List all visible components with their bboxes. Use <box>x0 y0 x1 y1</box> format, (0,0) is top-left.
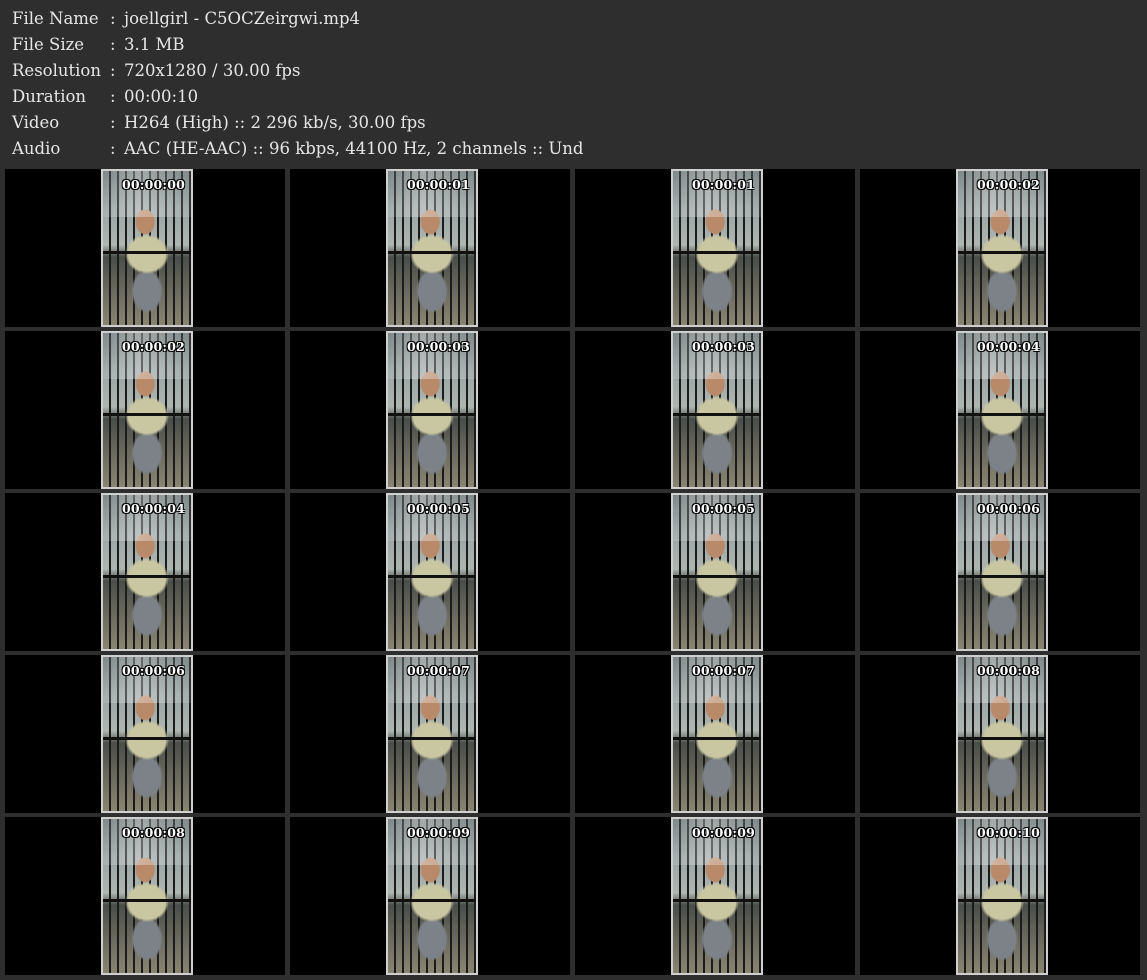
thumbnail-cell[interactable]: 00:00:05 <box>290 493 570 651</box>
timestamp-label: 00:00:06 <box>976 501 1040 516</box>
thumbnail-cell[interactable]: 00:00:05 <box>575 493 855 651</box>
video-frame: 00:00:09 <box>386 817 478 975</box>
timestamp-label: 00:00:05 <box>691 501 755 516</box>
video-frame: 00:00:04 <box>101 493 193 651</box>
timestamp-label: 00:00:10 <box>976 825 1040 840</box>
info-row-file-name: File Name : joellgirl - C5OCZeirgwi.mp4 <box>12 6 584 32</box>
video-frame: 00:00:10 <box>956 817 1048 975</box>
video-frame: 00:00:09 <box>671 817 763 975</box>
video-frame: 00:00:08 <box>101 817 193 975</box>
video-frame: 00:00:03 <box>671 331 763 489</box>
info-label: File Name <box>12 9 99 28</box>
info-separator: : <box>110 113 116 132</box>
thumbnail-cell[interactable]: 00:00:08 <box>5 817 285 975</box>
video-frame: 00:00:07 <box>671 655 763 813</box>
info-separator: : <box>110 87 116 106</box>
timestamp-label: 00:00:03 <box>406 339 470 354</box>
video-frame: 00:00:05 <box>671 493 763 651</box>
timestamp-label: 00:00:01 <box>406 177 470 192</box>
timestamp-label: 00:00:07 <box>691 663 755 678</box>
video-frame: 00:00:07 <box>386 655 478 813</box>
thumbnail-cell[interactable]: 00:00:03 <box>290 331 570 489</box>
timestamp-label: 00:00:00 <box>121 177 185 192</box>
video-frame: 00:00:01 <box>671 169 763 327</box>
thumbnail-cell[interactable]: 00:00:08 <box>860 655 1140 813</box>
timestamp-label: 00:00:05 <box>406 501 470 516</box>
info-row-file-size: File Size : 3.1 MB <box>12 32 584 58</box>
thumbnail-cell[interactable]: 00:00:06 <box>5 655 285 813</box>
file-info-panel: File Name : joellgirl - C5OCZeirgwi.mp4 … <box>12 6 584 162</box>
thumbnail-cell[interactable]: 00:00:01 <box>290 169 570 327</box>
info-separator: : <box>110 139 116 158</box>
video-frame: 00:00:04 <box>956 331 1048 489</box>
info-value: 00:00:10 <box>124 87 199 106</box>
timestamp-label: 00:00:02 <box>976 177 1040 192</box>
thumbnail-cell[interactable]: 00:00:07 <box>290 655 570 813</box>
thumbnail-cell[interactable]: 00:00:10 <box>860 817 1140 975</box>
timestamp-label: 00:00:09 <box>691 825 755 840</box>
thumbnail-grid: 00:00:00 00:00:01 00:00:01 00:00:02 00:0… <box>5 169 1142 977</box>
timestamp-label: 00:00:01 <box>691 177 755 192</box>
info-row-video: Video : H264 (High) :: 2 296 kb/s, 30.00… <box>12 110 584 136</box>
info-separator: : <box>110 35 116 54</box>
video-frame: 00:00:06 <box>956 493 1048 651</box>
info-value: AAC (HE-AAC) :: 96 kbps, 44100 Hz, 2 cha… <box>124 139 584 158</box>
info-row-audio: Audio : AAC (HE-AAC) :: 96 kbps, 44100 H… <box>12 136 584 162</box>
thumbnail-cell[interactable]: 00:00:09 <box>575 817 855 975</box>
timestamp-label: 00:00:04 <box>976 339 1040 354</box>
thumbnail-cell[interactable]: 00:00:06 <box>860 493 1140 651</box>
timestamp-label: 00:00:08 <box>976 663 1040 678</box>
timestamp-label: 00:00:07 <box>406 663 470 678</box>
info-row-resolution: Resolution : 720x1280 / 30.00 fps <box>12 58 584 84</box>
thumbnail-cell[interactable]: 00:00:02 <box>860 169 1140 327</box>
info-label: Duration <box>12 87 87 106</box>
timestamp-label: 00:00:04 <box>121 501 185 516</box>
thumbnail-cell[interactable]: 00:00:07 <box>575 655 855 813</box>
info-label: Resolution <box>12 61 101 80</box>
info-value: 720x1280 / 30.00 fps <box>124 61 301 80</box>
info-value: H264 (High) :: 2 296 kb/s, 30.00 fps <box>124 113 426 132</box>
thumbnail-cell[interactable]: 00:00:02 <box>5 331 285 489</box>
thumbnail-cell[interactable]: 00:00:01 <box>575 169 855 327</box>
video-frame: 00:00:05 <box>386 493 478 651</box>
info-label: File Size <box>12 35 85 54</box>
video-frame: 00:00:01 <box>386 169 478 327</box>
info-separator: : <box>110 61 116 80</box>
info-label: Video <box>12 113 60 132</box>
info-value: 3.1 MB <box>124 35 185 54</box>
thumbnail-cell[interactable]: 00:00:04 <box>5 493 285 651</box>
timestamp-label: 00:00:09 <box>406 825 470 840</box>
timestamp-label: 00:00:08 <box>121 825 185 840</box>
thumbnail-cell[interactable]: 00:00:00 <box>5 169 285 327</box>
thumbnail-cell[interactable]: 00:00:04 <box>860 331 1140 489</box>
video-frame: 00:00:06 <box>101 655 193 813</box>
timestamp-label: 00:00:02 <box>121 339 185 354</box>
video-frame: 00:00:00 <box>101 169 193 327</box>
info-value: joellgirl - C5OCZeirgwi.mp4 <box>124 9 361 28</box>
video-frame: 00:00:02 <box>101 331 193 489</box>
video-frame: 00:00:02 <box>956 169 1048 327</box>
info-row-duration: Duration : 00:00:10 <box>12 84 584 110</box>
video-frame: 00:00:03 <box>386 331 478 489</box>
thumbnail-cell[interactable]: 00:00:09 <box>290 817 570 975</box>
timestamp-label: 00:00:06 <box>121 663 185 678</box>
info-label: Audio <box>12 139 61 158</box>
video-frame: 00:00:08 <box>956 655 1048 813</box>
timestamp-label: 00:00:03 <box>691 339 755 354</box>
info-separator: : <box>110 9 116 28</box>
thumbnail-cell[interactable]: 00:00:03 <box>575 331 855 489</box>
